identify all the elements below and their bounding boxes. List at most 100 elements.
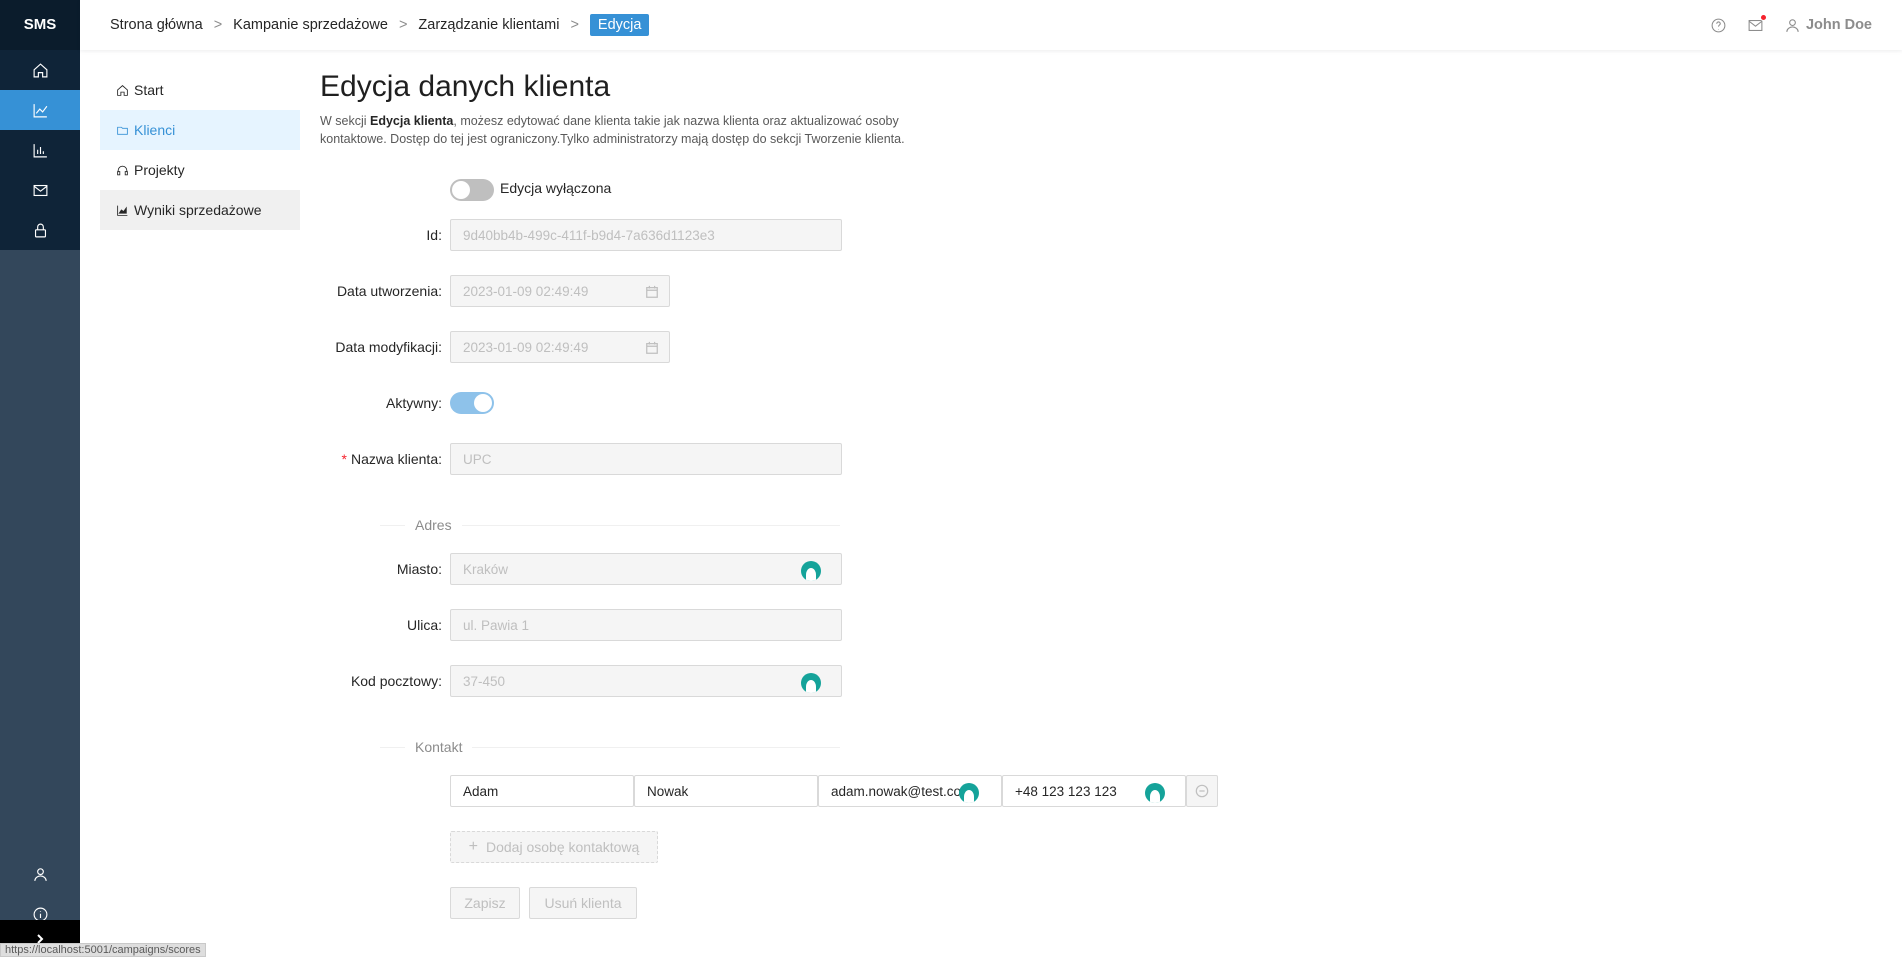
grammarly-icon[interactable] (801, 673, 821, 693)
active-label-text: Aktywny (385, 395, 439, 411)
modified-control: 2023-01-09 02:49:49 (450, 331, 670, 363)
contact-email-value: adam.nowak@test.com (831, 783, 973, 799)
browser-status-url: https://localhost:5001/campaigns/scores (0, 943, 206, 957)
rail-item-home[interactable] (0, 50, 80, 90)
active-switch[interactable] (450, 392, 494, 414)
grammarly-icon[interactable] (1145, 783, 1165, 803)
client-name-field[interactable]: UPC (450, 443, 842, 475)
contact-row: Adam Nowak adam.nowak@test.com +48 123 1… (320, 775, 1320, 807)
header-actions: John Doe (1710, 0, 1872, 50)
rail-item-security[interactable] (0, 210, 80, 250)
modified-date-picker[interactable]: 2023-01-09 02:49:49 (450, 331, 670, 363)
edit-mode-switch[interactable] (450, 179, 494, 201)
calendar-icon (645, 285, 659, 299)
contact-last-name-field[interactable]: Nowak (634, 775, 818, 807)
notifications-button[interactable] (1747, 13, 1767, 34)
breadcrumb-home[interactable]: Strona główna (110, 17, 203, 33)
rail-item-campaigns[interactable] (0, 90, 80, 130)
user-menu[interactable]: John Doe (1784, 17, 1872, 34)
home-icon (33, 62, 47, 77)
address-section-title: Adres (415, 517, 452, 533)
edit-mode-label: Edycja wyłączona (500, 180, 612, 196)
id-row: Id: 9d40bb4b-499c-411f-b9d4-7a636d1123e3 (320, 219, 1020, 251)
rail-item-messages[interactable] (0, 170, 80, 210)
help-icon[interactable] (1710, 17, 1727, 34)
address-divider: Adres (380, 514, 840, 536)
breadcrumb-clients[interactable]: Zarządzanie klientami (418, 17, 559, 33)
city-value: Kraków (463, 561, 509, 577)
user-name: John Doe (1805, 17, 1872, 33)
remove-contact-button[interactable] (1186, 775, 1218, 807)
section-menu: Start Klienci Projekty Wyniki sprzedażow… (100, 70, 300, 230)
id-label: Id: (426, 227, 442, 243)
line-chart-icon (33, 103, 47, 117)
city-control: Kraków (450, 553, 842, 585)
add-contact-button[interactable]: + Dodaj osobę kontaktową (450, 831, 658, 863)
zip-field[interactable]: 37-450 (450, 665, 842, 697)
divider-line (380, 524, 405, 526)
contact-email-field[interactable]: adam.nowak@test.com (818, 775, 1002, 807)
zip-value: 37-450 (463, 673, 506, 689)
description-prefix: W sekcji (320, 114, 370, 128)
delete-client-button[interactable]: Usuń klienta (529, 887, 637, 919)
street-label-text: Ulica (406, 617, 439, 633)
created-label-text: Data utworzenia (336, 283, 439, 299)
id-field[interactable]: 9d40bb4b-499c-411f-b9d4-7a636d1123e3 (450, 219, 842, 251)
active-label: Aktywny: (385, 395, 442, 411)
created-control: 2023-01-09 02:49:49 (450, 275, 670, 307)
street-control: ul. Pawia 1 (450, 609, 842, 641)
top-header: Strona główna > Kampanie sprzedażowe > Z… (80, 0, 1902, 50)
menu-item-label: Klienci (134, 122, 176, 138)
page-title: Edycja danych klienta (320, 70, 611, 103)
breadcrumb-campaigns[interactable]: Kampanie sprzedażowe (233, 17, 388, 33)
icon-rail: SMS (0, 0, 80, 957)
app-logo[interactable]: SMS (0, 0, 80, 50)
created-date-picker[interactable]: 2023-01-09 02:49:49 (450, 275, 670, 307)
user-icon (1786, 18, 1799, 32)
grammarly-icon[interactable] (959, 783, 979, 803)
modified-label-text: Data modyfikacji (335, 339, 439, 355)
contact-phone-field[interactable]: +48 123 123 123 (1002, 775, 1186, 807)
modified-row: Data modyfikacji: 2023-01-09 02:49:49 (320, 331, 1020, 363)
zip-row: Kod pocztowy: 37-450 (320, 665, 1020, 697)
edit-toggle-row: Edycja wyłączona (320, 174, 1020, 206)
menu-item-clients[interactable]: Klienci (100, 110, 300, 150)
menu-item-projects[interactable]: Projekty (100, 150, 300, 190)
required-mark: * (341, 451, 347, 467)
breadcrumb-separator: > (213, 17, 223, 33)
folder-icon (117, 126, 128, 135)
rail-item-reports[interactable] (0, 130, 80, 170)
client-name-row: * Nazwa klienta: UPC (320, 443, 1020, 475)
edit-toggle-wrap: Edycja wyłączona (450, 179, 611, 201)
mail-icon (33, 184, 47, 196)
bar-chart-icon (33, 143, 47, 157)
divider-line (472, 746, 840, 748)
plus-icon: + (468, 838, 478, 855)
area-chart-icon (117, 205, 128, 216)
breadcrumb: Strona główna > Kampanie sprzedażowe > Z… (110, 0, 650, 50)
switch-knob (452, 181, 470, 199)
rail-item-profile[interactable] (0, 854, 80, 894)
contact-section-title: Kontakt (415, 739, 463, 755)
notification-dot (1759, 13, 1767, 21)
city-field[interactable]: Kraków (450, 553, 842, 585)
city-label: Miasto: (396, 561, 442, 577)
street-field[interactable]: ul. Pawia 1 (450, 609, 842, 641)
description-bold: Edycja klienta (370, 114, 454, 128)
home-icon (117, 84, 128, 96)
created-label: Data utworzenia: (336, 283, 442, 299)
contact-first-name-field[interactable]: Adam (450, 775, 634, 807)
switch-knob (474, 394, 492, 412)
contact-divider: Kontakt (380, 736, 840, 758)
client-name-label: * Nazwa klienta: (341, 451, 443, 467)
divider-line (461, 524, 840, 526)
save-button[interactable]: Zapisz (450, 887, 520, 919)
zip-control: 37-450 (450, 665, 842, 697)
grammarly-icon[interactable] (801, 561, 821, 581)
menu-item-label: Wyniki sprzedażowe (134, 202, 262, 218)
breadcrumb-current: Edycja (589, 14, 650, 36)
menu-item-start[interactable]: Start (100, 70, 300, 110)
page-description: W sekcji Edycja klienta, możesz edytować… (320, 112, 960, 148)
city-label-text: Miasto (396, 561, 439, 577)
menu-item-sales-results[interactable]: Wyniki sprzedażowe (100, 190, 300, 230)
